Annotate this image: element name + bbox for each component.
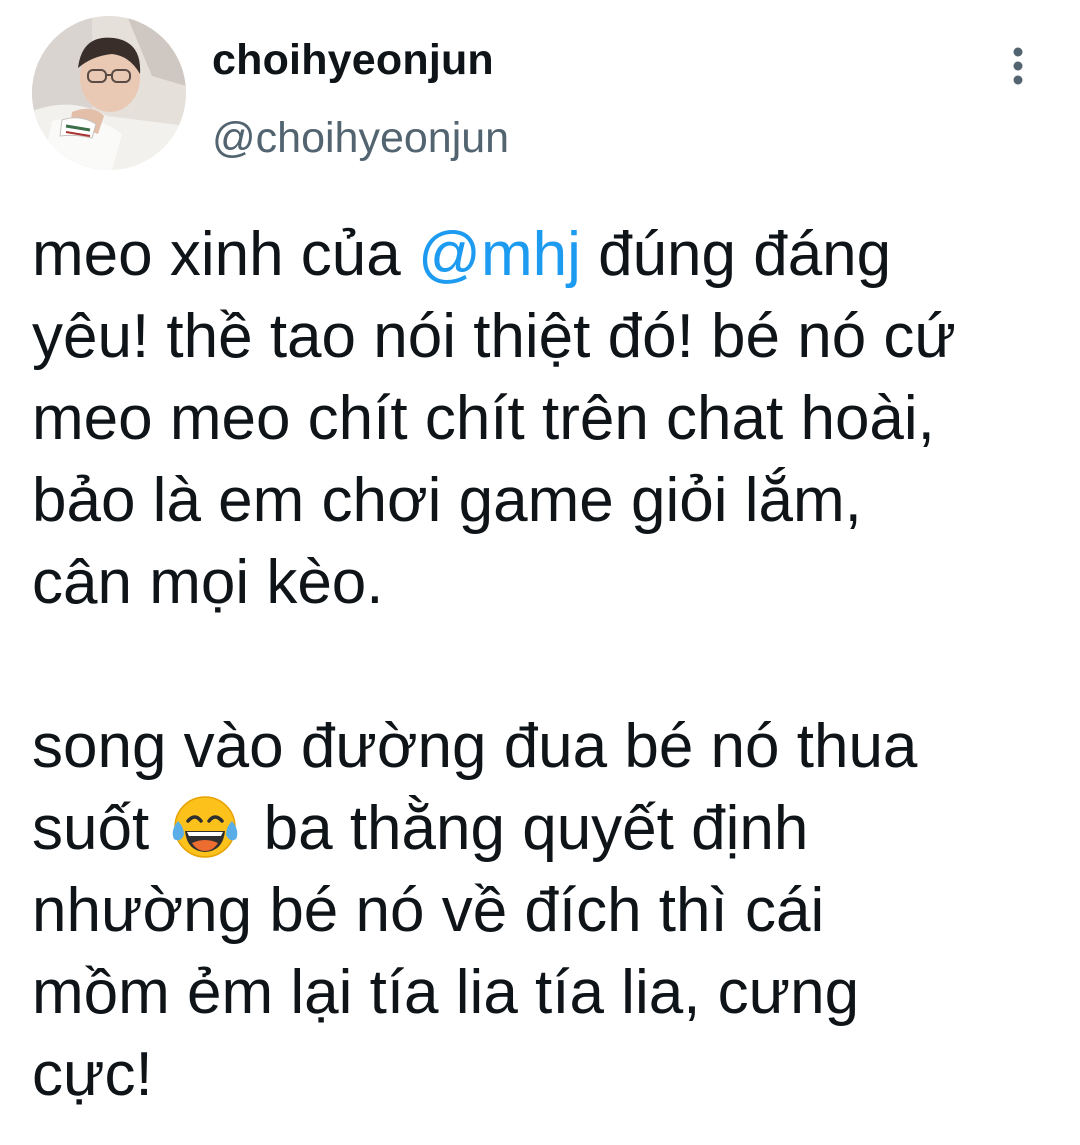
laughing-tears-icon (173, 796, 238, 858)
tweet-text-part-2: đúng đáng yêu! thề tao nói thiệt đó! bé … (32, 220, 956, 863)
vertical-ellipsis-icon (1013, 47, 1023, 85)
tweet-card: choihyeonjun @choihyeonjun meo xinh của … (0, 0, 1080, 1145)
tweet-text-part-1: meo xinh của (32, 220, 418, 289)
mention-link[interactable]: @mhj (418, 220, 581, 289)
display-name[interactable]: choihyeonjun (212, 36, 494, 85)
profile-photo (32, 16, 186, 170)
avatar[interactable] (32, 16, 186, 170)
more-options-button[interactable] (994, 42, 1042, 90)
handle[interactable]: @choihyeonjun (212, 114, 509, 163)
laughing-tears-emoji-icon (166, 793, 246, 858)
tweet-text: meo xinh của @mhj đúng đáng yêu! thề tao… (32, 214, 1062, 1116)
